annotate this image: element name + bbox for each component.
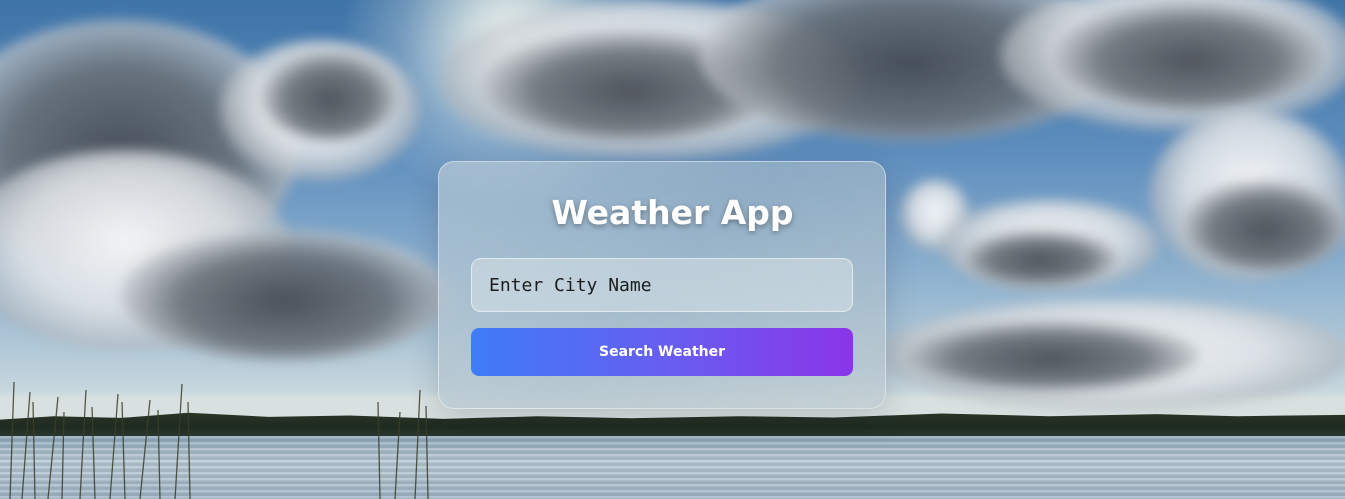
cloud <box>1050 0 1330 110</box>
cloud <box>1180 180 1345 270</box>
cloud <box>960 230 1120 285</box>
search-weather-button[interactable]: Search Weather <box>471 328 853 376</box>
cloud <box>120 230 450 360</box>
reeds <box>9 381 429 499</box>
cloud <box>260 50 400 140</box>
city-search-input[interactable] <box>471 258 853 312</box>
cloud <box>900 320 1200 390</box>
